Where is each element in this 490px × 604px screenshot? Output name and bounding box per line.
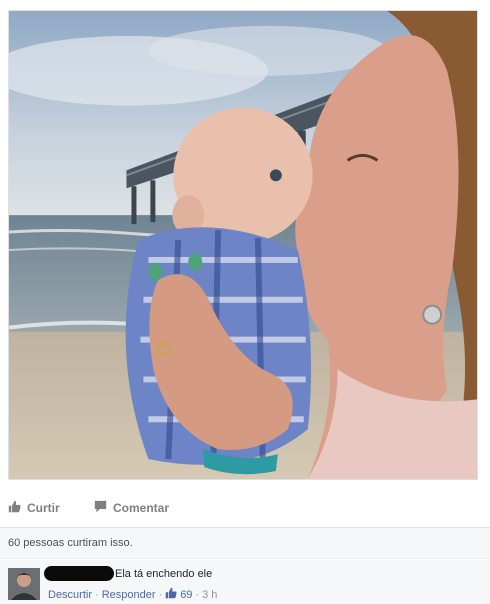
avatar[interactable]	[8, 568, 40, 600]
thumbs-up-icon	[165, 587, 177, 602]
comment-meta: Descurtir · Responder · 69 · 3 h	[48, 587, 217, 602]
unlike-link[interactable]: Descurtir	[48, 589, 92, 601]
comment-button[interactable]: Comentar	[94, 493, 169, 523]
photo-illustration	[9, 11, 477, 479]
reply-link[interactable]: Responder	[102, 589, 156, 601]
post-photo[interactable]	[8, 10, 478, 480]
redacted-commenter-name	[44, 566, 114, 581]
comment-like-count: 69	[180, 588, 193, 601]
comment-label: Comentar	[113, 501, 170, 515]
separator: ·	[195, 588, 200, 601]
comment-likes[interactable]: 69	[165, 587, 192, 602]
thumbs-up-icon	[8, 500, 21, 516]
comment-item: Ela tá enchendo ele Descurtir · Responde…	[0, 560, 490, 604]
comment-bubble-icon	[94, 500, 107, 516]
separator: ·	[95, 588, 99, 601]
like-button[interactable]: Curtir	[8, 493, 60, 523]
likes-summary-text: 60 pessoas curtiram isso.	[8, 537, 133, 549]
like-label: Curtir	[27, 501, 60, 515]
facebook-post: Curtir Comentar 60 pessoas curtiram isso…	[0, 0, 490, 604]
comment-text: Ela tá enchendo ele	[115, 568, 213, 580]
likes-summary[interactable]: 60 pessoas curtiram isso.	[0, 527, 490, 559]
post-actions-bar: Curtir Comentar	[0, 493, 490, 523]
comment-timestamp[interactable]: 3 h	[202, 589, 217, 601]
separator: ·	[158, 588, 163, 601]
